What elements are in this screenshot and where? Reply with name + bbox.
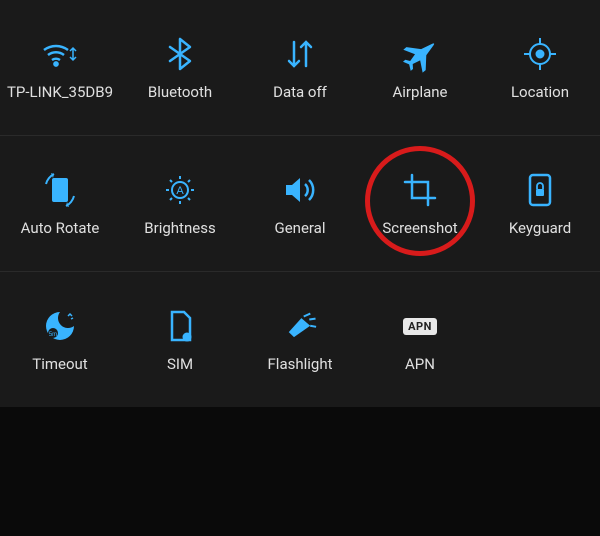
svg-text:A: A	[176, 185, 184, 197]
flashlight-tile[interactable]: Flashlight	[240, 272, 360, 407]
rotate-icon	[40, 170, 80, 210]
keyguard-tile[interactable]: Keyguard	[480, 136, 600, 271]
brightness-icon: A	[160, 170, 200, 210]
keyguard-label: Keyguard	[507, 220, 573, 237]
airplane-label: Airplane	[391, 84, 450, 101]
quick-settings-panel: TP-LINK_35DB9 Bluetooth Data off	[0, 0, 600, 407]
brightness-label: Brightness	[142, 220, 217, 237]
sound-label: General	[272, 220, 327, 237]
location-icon	[520, 34, 560, 74]
apn-label: APN	[403, 356, 437, 373]
data-label: Data off	[271, 84, 329, 101]
location-label: Location	[509, 84, 571, 101]
data-icon	[280, 34, 320, 74]
flashlight-icon	[280, 306, 320, 346]
autorotate-label: Auto Rotate	[19, 220, 102, 237]
wifi-icon	[40, 34, 80, 74]
apn-badge: APN	[403, 318, 437, 335]
screenshot-label: Screenshot	[380, 220, 459, 237]
screenshot-tile[interactable]: Screenshot	[360, 136, 480, 271]
svg-text:5m: 5m	[49, 332, 57, 338]
quick-settings-row: 5m Timeout ! SIM	[0, 272, 600, 407]
apn-icon: APN	[400, 306, 440, 346]
screenshot-icon	[400, 170, 440, 210]
timeout-label: Timeout	[30, 356, 89, 373]
sound-tile[interactable]: General	[240, 136, 360, 271]
timeout-icon: 5m	[40, 306, 80, 346]
bluetooth-tile[interactable]: Bluetooth	[120, 0, 240, 135]
sim-icon: !	[160, 306, 200, 346]
svg-text:!: !	[186, 335, 188, 342]
wifi-tile[interactable]: TP-LINK_35DB9	[0, 0, 120, 135]
airplane-icon	[400, 34, 440, 74]
wifi-label: TP-LINK_35DB9	[5, 84, 115, 101]
sim-tile[interactable]: ! SIM	[120, 272, 240, 407]
sound-icon	[280, 170, 320, 210]
bluetooth-icon	[160, 34, 200, 74]
autorotate-tile[interactable]: Auto Rotate	[0, 136, 120, 271]
quick-settings-row: TP-LINK_35DB9 Bluetooth Data off	[0, 0, 600, 136]
location-tile[interactable]: Location	[480, 0, 600, 135]
brightness-tile[interactable]: A Brightness	[120, 136, 240, 271]
data-tile[interactable]: Data off	[240, 0, 360, 135]
keyguard-icon	[520, 170, 560, 210]
quick-settings-row: Auto Rotate A Brightness	[0, 136, 600, 272]
airplane-tile[interactable]: Airplane	[360, 0, 480, 135]
flashlight-label: Flashlight	[266, 356, 335, 373]
bluetooth-label: Bluetooth	[146, 84, 214, 101]
apn-tile[interactable]: APN APN	[360, 272, 480, 407]
timeout-tile[interactable]: 5m Timeout	[0, 272, 120, 407]
sim-label: SIM	[165, 356, 195, 373]
